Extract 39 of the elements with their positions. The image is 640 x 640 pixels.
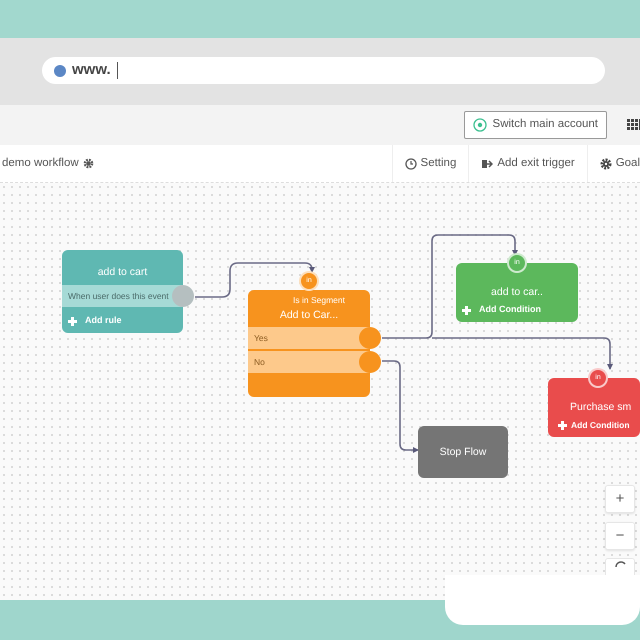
url-text: www.	[72, 60, 111, 80]
gear-icon	[600, 158, 612, 170]
switch-account-button[interactable]: Switch main account	[464, 111, 607, 139]
address-bar[interactable]: www.	[42, 57, 605, 84]
workflow-node[interactable]: add to cart When user does this event Add rule	[62, 250, 183, 333]
grid-icon[interactable]	[627, 119, 640, 131]
node-title: Purchase sm	[569, 400, 632, 415]
exit-icon	[481, 158, 494, 170]
branch-row[interactable]: No	[248, 351, 370, 373]
zoom-in-button[interactable]: +	[605, 485, 635, 513]
goal-button[interactable]: Goal	[586, 145, 640, 182]
workflow-node[interactable]: add to car.. Add Condition	[456, 263, 578, 322]
text-cursor	[116, 62, 118, 79]
branch-row[interactable]: When user does this event	[62, 285, 183, 307]
node-title: Add to Car...	[278, 308, 340, 323]
clock-icon	[404, 158, 417, 170]
node-subtitle: Is in Segment	[292, 294, 346, 307]
reset-button[interactable]	[605, 558, 635, 575]
settings-icon[interactable]	[82, 158, 94, 169]
zoom-out-button[interactable]: −	[605, 522, 635, 550]
branch-row[interactable]: Yes	[248, 327, 370, 349]
plus-icon	[462, 306, 471, 314]
port-dot[interactable]	[172, 285, 194, 307]
node-title: add to car..	[490, 285, 544, 300]
plus-icon	[558, 420, 567, 430]
stop-node[interactable]: Stop Flow	[418, 426, 508, 478]
radio-icon	[472, 118, 487, 132]
plus-icon	[68, 316, 77, 326]
add-button[interactable]: Add Condition	[456, 301, 547, 319]
node-title: Stop Flow	[438, 445, 488, 460]
workflow-node[interactable]: Purchase sm Add Condition	[548, 378, 640, 437]
add-button[interactable]: Add rule	[62, 312, 128, 330]
dot-icon	[54, 64, 66, 76]
add-button[interactable]: Add Condition	[552, 416, 636, 434]
port-dot[interactable]	[359, 351, 381, 373]
port-dot[interactable]	[359, 327, 381, 349]
node-title: add to cart	[96, 265, 148, 280]
workflow-node[interactable]: Is in Segment Add to Car... Yes No	[248, 290, 370, 397]
workflow-name: demo workflow	[2, 156, 79, 171]
